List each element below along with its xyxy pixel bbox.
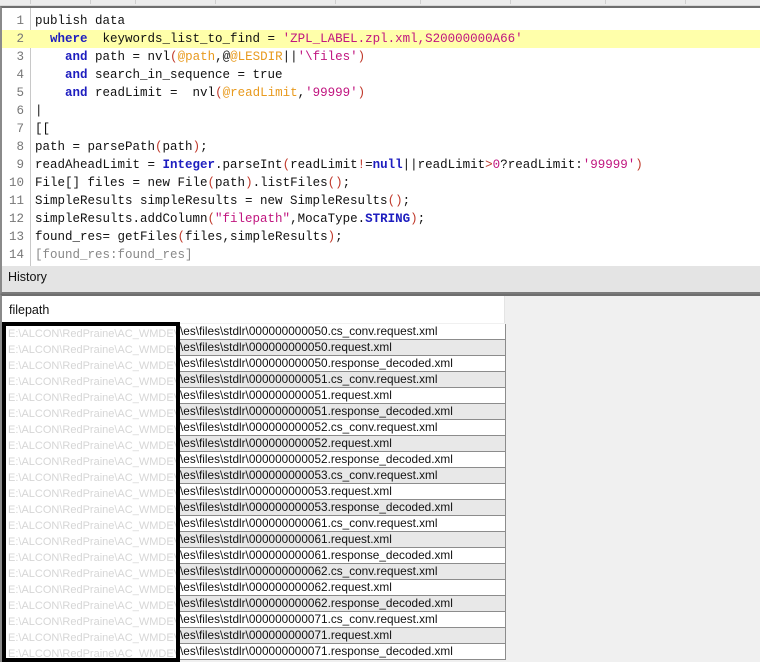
filepath-cell[interactable]: \es\files\stdlr\000000000051.response_de… <box>180 404 453 419</box>
filepath-cell[interactable]: \es\files\stdlr\000000000071.response_de… <box>180 644 453 659</box>
line-number: 12 <box>8 212 24 226</box>
redacted-text: E:\ALCON\RedPraine\AC_WMDEV8 <box>8 584 180 596</box>
code-line[interactable]: 3 and path = nvl(@path,@@LESDIR||'\files… <box>2 48 760 66</box>
redacted-text: E:\ALCON\RedPraine\AC_WMDEV8 <box>8 632 180 644</box>
line-number: 7 <box>16 122 24 136</box>
code-line[interactable]: 1 publish data <box>2 12 760 30</box>
code-line[interactable]: 9 readAheadLimit = Integer.parseInt(readL… <box>2 156 760 174</box>
code-line[interactable]: 13 found_res= getFiles(files,simpleResult… <box>2 228 760 246</box>
code-line[interactable]: 6 | <box>2 102 760 120</box>
code-line[interactable]: 14 [found_res:found_res] <box>2 246 760 264</box>
code-line[interactable]: 7 [[ <box>2 120 760 138</box>
line-number: 14 <box>8 248 24 262</box>
line-number: 3 <box>16 50 24 64</box>
column-header-label: filepath <box>9 303 50 317</box>
filepath-cell[interactable]: \es\files\stdlr\000000000052.request.xml <box>180 436 392 451</box>
redacted-text: E:\ALCON\RedPraine\AC_WMDEV8 <box>8 616 180 628</box>
filepath-cell[interactable]: \es\files\stdlr\000000000053.response_de… <box>180 500 453 515</box>
column-header-filepath[interactable]: filepath <box>2 296 505 323</box>
code-text[interactable]: simpleResults.addColumn("filepath",MocaT… <box>35 210 425 228</box>
redacted-text: E:\ALCON\RedPraine\AC_WMDEV8 <box>8 376 180 388</box>
filepath-cell[interactable]: \es\files\stdlr\000000000062.response_de… <box>180 596 453 611</box>
code-line[interactable]: 11 SimpleResults simpleResults = new Simp… <box>2 192 760 210</box>
filepath-cell[interactable]: \es\files\stdlr\000000000062.cs_conv.req… <box>180 564 438 579</box>
redacted-text: E:\ALCON\RedPraine\AC_WMDEV8 <box>8 568 180 580</box>
code-text[interactable]: File[] files = new File(path).listFiles(… <box>35 174 350 192</box>
line-number: 6 <box>16 104 24 118</box>
redacted-text: E:\ALCON\RedPraine\AC_WMDEV8 <box>8 392 180 404</box>
code-text[interactable]: [[ <box>35 120 50 138</box>
code-line[interactable]: 2 where keywords_list_to_find = 'ZPL_LAB… <box>2 30 760 48</box>
code-text[interactable]: | <box>35 102 43 120</box>
code-editor[interactable]: 1 publish data 2 where keywords_list_to_fi… <box>0 6 760 268</box>
code-line[interactable]: 8 path = parsePath(path); <box>2 138 760 156</box>
code-line[interactable]: 5 and readLimit = nvl(@readLimit,'99999'… <box>2 84 760 102</box>
redacted-text: E:\ALCON\RedPraine\AC_WMDEV8 <box>8 440 180 452</box>
filepath-cell[interactable]: \es\files\stdlr\000000000051.cs_conv.req… <box>180 372 438 387</box>
code-text[interactable]: [found_res:found_res] <box>35 246 193 264</box>
line-number: 1 <box>16 14 24 28</box>
redacted-text: E:\ALCON\RedPraine\AC_WMDEV8 <box>8 344 180 356</box>
line-number: 10 <box>8 176 24 190</box>
code-text[interactable]: and path = nvl(@path,@@LESDIR||'\files') <box>35 48 365 66</box>
filepath-cell[interactable]: \es\files\stdlr\000000000071.request.xml <box>180 628 392 643</box>
redacted-text: E:\ALCON\RedPraine\AC_WMDEV8 <box>8 472 180 484</box>
code-text[interactable]: path = parsePath(path); <box>35 138 208 156</box>
code-text[interactable]: found_res= getFiles(files,simpleResults)… <box>35 228 343 246</box>
line-number: 4 <box>16 68 24 82</box>
history-panel-header[interactable]: History <box>0 266 760 294</box>
filepath-cell[interactable]: \es\files\stdlr\000000000062.request.xml <box>180 580 392 595</box>
filepath-cell[interactable]: \es\files\stdlr\000000000061.response_de… <box>180 548 453 563</box>
code-line[interactable]: 10 File[] files = new File(path).listFile… <box>2 174 760 192</box>
redacted-text: E:\ALCON\RedPraine\AC_WMDEV8 <box>8 424 180 436</box>
redacted-text: E:\ALCON\RedPraine\AC_WMDEV8 <box>8 408 180 420</box>
filepath-cell[interactable]: \es\files\stdlr\000000000061.request.xml <box>180 532 392 547</box>
redacted-text: E:\ALCON\RedPraine\AC_WMDEV8 <box>8 488 180 500</box>
code-line[interactable]: 12 simpleResults.addColumn("filepath",Moc… <box>2 210 760 228</box>
history-label: History <box>8 270 47 284</box>
filepath-cell[interactable]: \es\files\stdlr\000000000071.cs_conv.req… <box>180 612 438 627</box>
code-text[interactable]: SimpleResults simpleResults = new Simple… <box>35 192 410 210</box>
redacted-text: E:\ALCON\RedPraine\AC_WMDEV8 <box>8 360 180 372</box>
redacted-text: E:\ALCON\RedPraine\AC_WMDEV8 <box>8 328 180 340</box>
redacted-text: E:\ALCON\RedPraine\AC_WMDEV8 <box>8 552 180 564</box>
line-number: 13 <box>8 230 24 244</box>
filepath-cell[interactable]: \es\files\stdlr\000000000052.response_de… <box>180 452 453 467</box>
filepath-cell[interactable]: \es\files\stdlr\000000000051.request.xml <box>180 388 392 403</box>
filepath-cell[interactable]: \es\files\stdlr\000000000052.cs_conv.req… <box>180 420 438 435</box>
filepath-cell[interactable]: \es\files\stdlr\000000000053.cs_conv.req… <box>180 468 438 483</box>
filepath-cell[interactable]: \es\files\stdlr\000000000061.cs_conv.req… <box>180 516 438 531</box>
filepath-cell[interactable]: \es\files\stdlr\000000000050.request.xml <box>180 340 392 355</box>
code-text[interactable]: and search_in_sequence = true <box>35 66 283 84</box>
redacted-text: E:\ALCON\RedPraine\AC_WMDEV8 <box>8 456 180 468</box>
line-number: 9 <box>16 158 24 172</box>
redaction-box: E:\ALCON\RedPraine\AC_WMDEV8 E:\ALCON\Red… <box>2 322 180 662</box>
redacted-text: E:\ALCON\RedPraine\AC_WMDEV8 <box>8 600 180 612</box>
code-line[interactable]: 4 and search_in_sequence = true <box>2 66 760 84</box>
code-text[interactable]: readAheadLimit = Integer.parseInt(readLi… <box>35 156 643 174</box>
code-text[interactable]: publish data <box>35 12 125 30</box>
code-text[interactable]: and readLimit = nvl(@readLimit,'99999') <box>35 84 365 102</box>
redacted-text: E:\ALCON\RedPraine\AC_WMDEV8 <box>8 504 180 516</box>
redacted-text: E:\ALCON\RedPraine\AC_WMDEV8 <box>8 536 180 548</box>
redacted-text: E:\ALCON\RedPraine\AC_WMDEV8 <box>8 520 180 532</box>
line-number: 8 <box>16 140 24 154</box>
filepath-cell[interactable]: \es\files\stdlr\000000000053.request.xml <box>180 484 392 499</box>
code-text[interactable]: where keywords_list_to_find = 'ZPL_LABEL… <box>35 30 523 48</box>
line-number: 5 <box>16 86 24 100</box>
filepath-cell[interactable]: \es\files\stdlr\000000000050.response_de… <box>180 356 453 371</box>
filepath-cell[interactable]: \es\files\stdlr\000000000050.cs_conv.req… <box>180 324 438 339</box>
line-number: 11 <box>8 194 24 208</box>
line-number: 2 <box>16 32 24 46</box>
